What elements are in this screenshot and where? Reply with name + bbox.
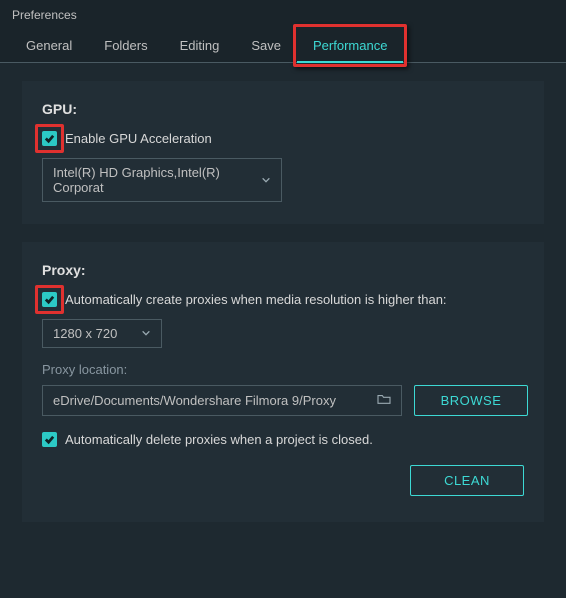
tab-performance[interactable]: Performance — [297, 28, 403, 63]
clean-button[interactable]: CLEAN — [410, 465, 524, 496]
folder-icon — [377, 393, 391, 408]
proxy-title: Proxy: — [42, 262, 530, 278]
auto-create-proxy-checkbox[interactable] — [42, 292, 57, 307]
auto-delete-proxy-label: Automatically delete proxies when a proj… — [65, 432, 373, 447]
gpu-device-select[interactable]: Intel(R) HD Graphics,Intel(R) Corporat — [42, 158, 282, 202]
enable-gpu-label: Enable GPU Acceleration — [65, 131, 212, 146]
tab-general[interactable]: General — [10, 28, 88, 62]
browse-button[interactable]: BROWSE — [414, 385, 528, 416]
tab-editing[interactable]: Editing — [164, 28, 236, 62]
tab-save[interactable]: Save — [235, 28, 297, 62]
proxy-path-value: eDrive/Documents/Wondershare Filmora 9/P… — [53, 393, 336, 408]
tab-folders[interactable]: Folders — [88, 28, 163, 62]
auto-create-proxy-label: Automatically create proxies when media … — [65, 292, 447, 307]
proxy-section: Proxy: Automatically create proxies when… — [22, 242, 544, 522]
enable-gpu-checkbox[interactable] — [42, 131, 57, 146]
proxy-resolution-value: 1280 x 720 — [53, 326, 117, 341]
gpu-title: GPU: — [42, 101, 530, 117]
proxy-resolution-select[interactable]: 1280 x 720 — [42, 319, 162, 348]
gpu-device-value: Intel(R) HD Graphics,Intel(R) Corporat — [53, 165, 251, 195]
chevron-down-icon — [261, 173, 271, 188]
window-title: Preferences — [0, 0, 566, 28]
tabs-bar: General Folders Editing Save Performance — [0, 28, 566, 63]
auto-delete-proxy-checkbox[interactable] — [42, 432, 57, 447]
proxy-location-label: Proxy location: — [42, 362, 530, 377]
proxy-path-input[interactable]: eDrive/Documents/Wondershare Filmora 9/P… — [42, 385, 402, 416]
tab-label: Performance — [313, 38, 387, 53]
gpu-section: GPU: Enable GPU Acceleration Intel(R) HD… — [22, 81, 544, 224]
chevron-down-icon — [141, 326, 151, 341]
